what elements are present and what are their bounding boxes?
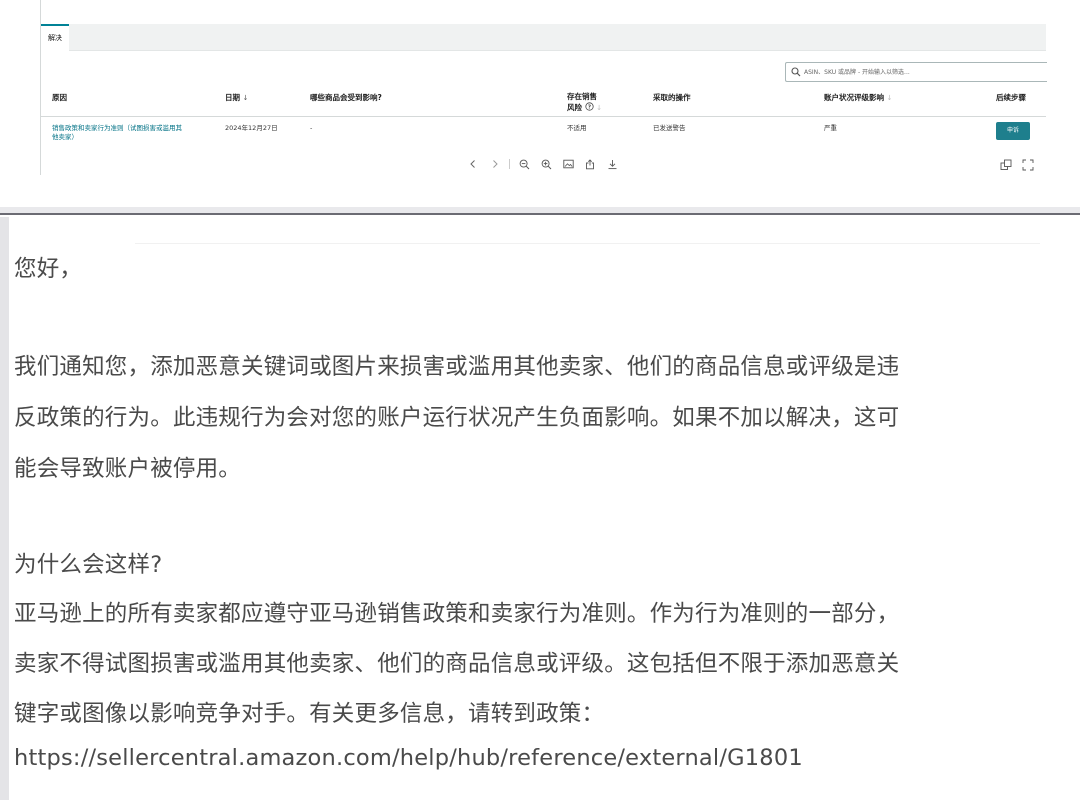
- toolbar-separator: [509, 159, 510, 169]
- image-icon[interactable]: [557, 156, 579, 172]
- search-input[interactable]: [804, 65, 1040, 79]
- row-impact: 严重: [824, 124, 837, 132]
- column-header-action: 采取的操作: [653, 93, 691, 102]
- column-header-next-steps: 后续步骤: [996, 93, 1026, 102]
- row-risk: 不适用: [567, 124, 587, 132]
- download-icon[interactable]: [601, 156, 623, 172]
- email-why-heading: 为什么会这样?: [14, 552, 163, 578]
- email-paragraph-1-line-2: 反政策的行为。此违规行为会对您的账户运行状况产生负面影响。如果不加以解决，这可: [14, 405, 900, 431]
- help-icon[interactable]: ?: [585, 102, 594, 111]
- tab-resolve[interactable]: 解决: [41, 24, 69, 51]
- column-header-affected: 哪些商品会受到影响?: [310, 93, 382, 102]
- column-header-risk: 存在销售 风险 ? ↓: [567, 92, 607, 113]
- email-paragraph-2-line-2: 卖家不得试图损害或滥用其他卖家、他们的商品信息或评级。这包括但不限于添加恶意关: [14, 651, 900, 677]
- column-header-reason: 原因: [52, 93, 67, 102]
- appeal-button[interactable]: 申诉: [996, 122, 1030, 140]
- email-divider: [135, 243, 1040, 244]
- account-health-panel: 解决 原因 日期 ↓ 哪些商品会受到影响? 存在销售 风险 ? ↓ 采取的操作 …: [0, 0, 1080, 207]
- column-header-risk-line2-wrap: 风险 ? ↓: [567, 102, 607, 113]
- email-paragraph-2-line-3: 键字或图像以影响竞争对手。有关更多信息，请转到政策：: [14, 701, 605, 727]
- sort-down-icon[interactable]: ↓: [243, 94, 249, 102]
- zoom-in-icon[interactable]: [535, 156, 557, 172]
- share-icon[interactable]: [579, 156, 601, 172]
- sort-muted-icon[interactable]: ↓: [596, 104, 602, 112]
- email-left-bar: [0, 217, 9, 800]
- search-icon: [791, 67, 801, 77]
- email-body: 您好， 我们通知您，添加恶意关键词或图片来损害或滥用其他卖家、他们的商品信息或评…: [0, 217, 1080, 800]
- search-box[interactable]: [785, 62, 1047, 82]
- viewer-toolbar: [462, 156, 623, 172]
- viewer-side-tools: [1000, 156, 1034, 175]
- table-header-divider: [41, 116, 1046, 117]
- zoom-out-icon[interactable]: [513, 156, 535, 172]
- email-paragraph-1-line-3: 能会导致账户被停用。: [14, 456, 242, 482]
- column-header-risk-line2: 风险: [567, 103, 582, 112]
- column-header-date[interactable]: 日期 ↓: [225, 93, 249, 103]
- copy-icon[interactable]: [1000, 156, 1012, 175]
- fullscreen-icon[interactable]: [1022, 156, 1034, 175]
- screenshot-divider: [0, 207, 1080, 215]
- column-header-risk-line1: 存在销售: [567, 92, 597, 101]
- policy-url[interactable]: https://sellercentral.amazon.com/help/hu…: [14, 745, 803, 771]
- svg-text:?: ?: [588, 105, 591, 111]
- row-action: 已发送警告: [653, 124, 686, 132]
- row-date: 2024年12月27日: [225, 124, 278, 132]
- column-header-impact[interactable]: 账户状况评级影响 ↓: [824, 93, 893, 103]
- tab-strip: 解决: [41, 24, 1046, 51]
- email-paragraph-2-line-1: 亚马逊上的所有卖家都应遵守亚马逊销售政策和卖家行为准则。作为行为准则的一部分，: [14, 601, 900, 627]
- email-paragraph-1-line-1: 我们通知您，添加恶意关键词或图片来损害或滥用其他卖家、他们的商品信息或评级是违: [14, 354, 900, 380]
- chevron-left-icon[interactable]: [462, 156, 484, 172]
- column-header-date-label: 日期: [225, 93, 240, 102]
- row-affected: -: [310, 124, 313, 132]
- sort-muted-icon[interactable]: ↓: [887, 94, 893, 102]
- email-greeting: 您好，: [14, 256, 83, 282]
- chevron-right-icon[interactable]: [484, 156, 506, 172]
- reason-link[interactable]: 销售政策和卖家行为准则（试图损害或滥用其他卖家）: [52, 124, 187, 142]
- column-header-impact-label: 账户状况评级影响: [824, 93, 884, 102]
